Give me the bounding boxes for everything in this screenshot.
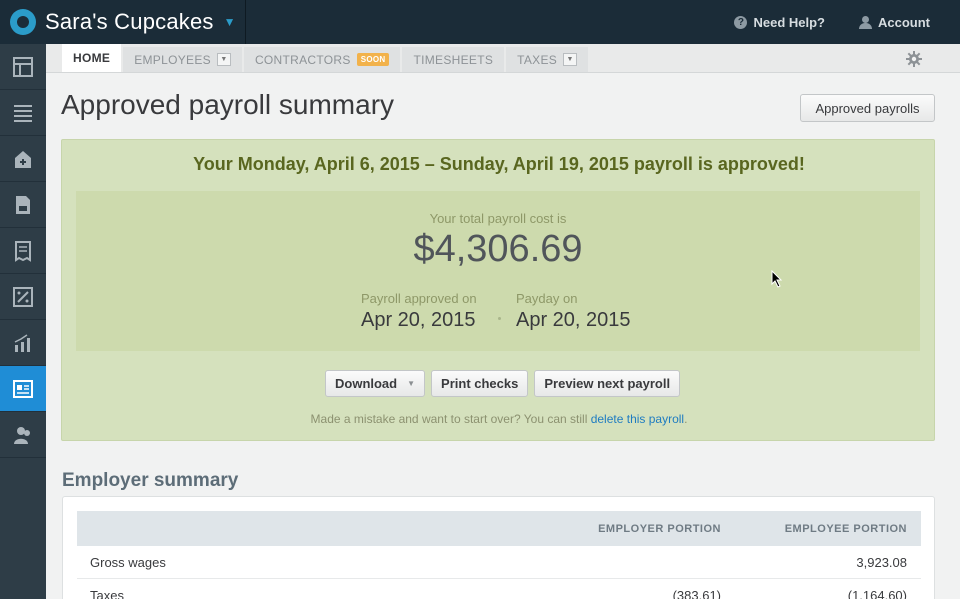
need-help-link[interactable]: ? Need Help? (734, 15, 825, 30)
nav-home-add[interactable] (0, 136, 46, 182)
tab-timesheets[interactable]: TIMESHEETS (402, 47, 505, 72)
nav-document[interactable] (0, 182, 46, 228)
need-help-label: Need Help? (753, 14, 825, 30)
nav-dashboard[interactable] (0, 44, 46, 90)
dropdown-arrow-icon[interactable]: ▼ (563, 53, 578, 66)
document-icon (16, 195, 30, 214)
row-label: Taxes (90, 587, 124, 599)
tab-bar: HOME EMPLOYEES ▼ CONTRACTORS SOON TIMESHEE… (46, 44, 960, 73)
print-checks-button[interactable]: Print checks (431, 370, 529, 397)
table-header: EMPLOYER PORTION EMPLOYEE PORTION (77, 511, 921, 546)
approved-date-label: Payroll approved on (361, 291, 477, 306)
soon-badge: SOON (356, 53, 390, 66)
account-link[interactable]: Account (859, 15, 930, 30)
employer-summary-title: Employer summary (62, 470, 239, 491)
download-label: Download (335, 376, 398, 391)
cost-label: Your total payroll cost is (429, 211, 567, 226)
tab-timesheets-label: TIMESHEETS (413, 52, 494, 67)
payday-block: Payday on Apr 20, 2015 (516, 291, 631, 332)
payday-date: Apr 20, 2015 (516, 309, 631, 331)
company-switcher[interactable]: Sara's Cupcakes ▼ (0, 0, 246, 44)
app-logo-icon (10, 9, 36, 35)
dropdown-arrow-icon[interactable]: ▼ (216, 53, 231, 66)
tab-home-label: HOME (73, 51, 111, 65)
separator-dot (498, 317, 501, 320)
delete-payroll-link[interactable]: delete this payroll (591, 412, 684, 426)
column-header-employee: EMPLOYEE PORTION (784, 522, 907, 535)
employees-icon (14, 426, 30, 444)
mistake-period: . (684, 412, 688, 426)
payroll-icon (13, 379, 33, 398)
employer-summary-table: EMPLOYER PORTION EMPLOYEE PORTION Gross … (77, 511, 921, 599)
nav-list[interactable] (0, 90, 46, 136)
column-header-employer: EMPLOYER PORTION (598, 522, 721, 535)
nav-percent[interactable] (0, 274, 46, 320)
tab-home[interactable]: HOME (62, 44, 122, 72)
chart-icon (14, 333, 30, 352)
approval-panel: Your Monday, April 6, 2015 – Sunday, Apr… (61, 139, 935, 441)
left-nav-rail (0, 44, 46, 599)
payday-label: Payday on (516, 291, 578, 306)
chevron-down-icon: ▼ (407, 379, 416, 388)
employer-summary-card: EMPLOYER PORTION EMPLOYEE PORTION Gross … (62, 496, 935, 599)
employee-portion: (1,164.60) (847, 587, 907, 599)
approved-date: Apr 20, 2015 (361, 309, 476, 331)
payroll-cost-box: Your total payroll cost is $4,306.69 Pay… (76, 191, 920, 351)
download-button[interactable]: Download ▼ (325, 370, 426, 397)
employee-portion: 3,923.08 (856, 554, 907, 570)
user-icon (859, 15, 872, 29)
table-row: Gross wages 3,923.08 (77, 546, 921, 579)
list-icon (14, 104, 32, 122)
gear-icon[interactable] (906, 51, 922, 67)
nav-payroll[interactable] (0, 366, 46, 412)
approved-payrolls-button[interactable]: Approved payrolls (800, 94, 935, 122)
dashboard-icon (13, 56, 33, 77)
chevron-down-icon: ▼ (223, 15, 236, 29)
tab-contractors[interactable]: CONTRACTORS SOON (243, 47, 401, 72)
nav-employees[interactable] (0, 412, 46, 458)
percent-icon (13, 286, 33, 307)
mistake-text: Made a mistake and want to start over? Y… (310, 412, 591, 426)
tab-taxes-label: TAXES (517, 52, 558, 67)
approval-headline: Your Monday, April 6, 2015 – Sunday, Apr… (193, 154, 805, 174)
home-add-icon (15, 150, 31, 168)
nav-receipt[interactable] (0, 228, 46, 274)
total-payroll-cost: $4,306.69 (413, 228, 583, 270)
nav-reports[interactable] (0, 320, 46, 366)
preview-next-payroll-button[interactable]: Preview next payroll (534, 370, 681, 397)
page-title: Approved payroll summary (61, 89, 395, 120)
top-bar: Sara's Cupcakes ▼ ? Need Help? Account (0, 0, 960, 44)
tab-taxes[interactable]: TAXES ▼ (506, 47, 589, 72)
tab-employees[interactable]: EMPLOYEES ▼ (123, 47, 242, 72)
payroll-actions: Download ▼ Print checks Preview next payr… (325, 370, 681, 397)
approved-date-block: Payroll approved on Apr 20, 2015 (361, 291, 477, 332)
account-label: Account (878, 14, 930, 30)
receipt-icon (15, 240, 31, 262)
table-row: Taxes (383.61) (1,164.60) (77, 579, 921, 599)
mouse-cursor-icon (771, 270, 783, 288)
mistake-notice: Made a mistake and want to start over? Y… (62, 412, 936, 426)
tab-employees-label: EMPLOYEES (134, 52, 211, 67)
row-label: Gross wages (90, 554, 166, 570)
company-name: Sara's Cupcakes (45, 9, 214, 34)
help-icon: ? (734, 15, 748, 29)
employer-portion: (383.61) (672, 587, 721, 599)
tab-contractors-label: CONTRACTORS (254, 52, 351, 67)
